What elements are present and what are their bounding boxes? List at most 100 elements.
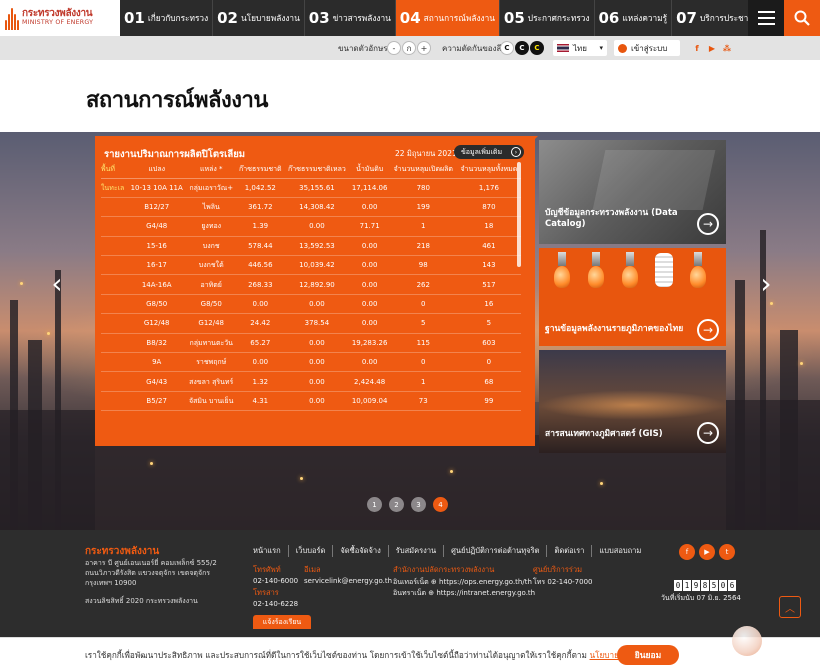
intranet-url: https://intranet.energy.go.th bbox=[436, 589, 536, 597]
counter-digit: 0 bbox=[674, 580, 682, 591]
footer-copyright: สงวนลิขสิทธิ์ 2020 กระทรวงพลังงาน bbox=[85, 597, 198, 605]
footer-link-jobs[interactable]: รับสมัครงาน bbox=[389, 545, 445, 557]
card-label: สารสนเทศทางภูมิศาสตร์ (GIS) bbox=[545, 429, 663, 439]
chat-mascot-icon[interactable] bbox=[732, 626, 762, 656]
table-cell: 1,042.52 bbox=[236, 178, 285, 198]
email-value[interactable]: servicelink@energy.go.th bbox=[304, 577, 392, 585]
intranet-row[interactable]: อินทราเน็ต ⊕ https://intranet.energy.go.… bbox=[393, 588, 535, 599]
nav-item-energy-situation[interactable]: 04 สถานการณ์พลังงาน bbox=[395, 0, 500, 36]
carousel-dot[interactable]: 1 bbox=[367, 497, 382, 512]
nav-item-policy[interactable]: 02 นโยบายพลังงาน bbox=[213, 0, 305, 36]
table-cell: จัสมิน บานเย็น bbox=[186, 391, 237, 412]
facebook-icon[interactable]: f bbox=[692, 43, 702, 53]
hamburger-icon[interactable] bbox=[748, 0, 784, 36]
table-cell: 10,039.42 bbox=[284, 255, 350, 276]
cookie-accept-button[interactable]: ยินยอม bbox=[617, 645, 679, 665]
twitter-icon[interactable]: t bbox=[719, 544, 735, 560]
user-icon bbox=[618, 43, 627, 53]
internet-row[interactable]: อินเทอร์เน็ต ⊕ https://ops.energy.go.th/… bbox=[393, 577, 532, 588]
counter-digit: 1 bbox=[683, 580, 691, 591]
font-decrease-button[interactable]: - bbox=[387, 41, 401, 55]
chevron-left-icon[interactable]: ‹ bbox=[43, 270, 71, 298]
table-cell bbox=[101, 294, 128, 315]
table-cell: 0 bbox=[389, 294, 457, 315]
nav-item-news[interactable]: 03 ข่าวสารพลังงาน bbox=[305, 0, 396, 36]
table-cell: 1.39 bbox=[236, 216, 285, 237]
youtube-icon[interactable]: ▶ bbox=[707, 43, 717, 53]
visitor-counter: 0 1 9 8 5 0 6 bbox=[674, 580, 736, 591]
footer-link-contact[interactable]: ติดต่อเรา bbox=[547, 545, 593, 557]
table-cell: 0.00 bbox=[284, 352, 350, 373]
card-data-catalog[interactable]: บัญชีข้อมูลกระทรวงพลังงาน (Data Catalog)… bbox=[539, 140, 726, 244]
column-header: พื้นที่ bbox=[101, 162, 128, 179]
back-to-top-icon[interactable]: ︿ bbox=[779, 596, 801, 618]
table-cell bbox=[101, 391, 128, 412]
nav-label: ข่าวสารพลังงาน bbox=[332, 13, 391, 23]
carousel-dot[interactable]: 3 bbox=[411, 497, 426, 512]
login-button[interactable]: เข้าสู่ระบบ bbox=[614, 40, 680, 56]
accessibility-toolbar: ขนาดตัวอักษร - ก + ความตัดกันของสี C C C… bbox=[0, 36, 820, 60]
internet-url: https://ops.energy.go.th/th bbox=[439, 578, 532, 586]
table-cell: 17,114.06 bbox=[349, 178, 390, 198]
more-info-button[interactable]: ข้อมูลเพิ่มเติม › bbox=[454, 145, 524, 159]
report-date: 22 มิถุนายน 2021 bbox=[395, 149, 457, 158]
report-table-scroll[interactable]: พื้นที่ แปลง แหล่ง * ก๊าซธรรมชาติ ก๊าซธร… bbox=[101, 162, 521, 442]
language-value: ไทย bbox=[573, 43, 587, 53]
table-scrollbar[interactable] bbox=[517, 162, 521, 267]
table-cell: 10,009.04 bbox=[349, 391, 390, 412]
table-cell: 517 bbox=[456, 274, 521, 295]
font-normal-button[interactable]: ก bbox=[402, 41, 416, 55]
counter-digit: 5 bbox=[710, 580, 718, 591]
carousel-dot[interactable]: 2 bbox=[389, 497, 404, 512]
table-row: ในทะเล 10-13 10A 11A กลุ่มเอราวัณ+ 1,042.52… bbox=[101, 178, 521, 198]
table-cell: ไพลิน bbox=[186, 197, 237, 218]
phone-label: โทรศัพท์ bbox=[253, 565, 281, 574]
contrast-yellow-button[interactable]: C bbox=[530, 41, 544, 55]
table-cell: 4.31 bbox=[236, 391, 285, 412]
counter-start-date: วันที่เริ่มนับ 07 มิ.ย. 2564 bbox=[661, 594, 741, 602]
complaint-button[interactable]: แจ้งร้องเรียน bbox=[253, 615, 311, 629]
table-cell: 0.00 bbox=[284, 371, 350, 392]
nav-number: 05 bbox=[503, 9, 525, 27]
language-select[interactable]: ไทย ▾ bbox=[553, 40, 607, 56]
chevron-right-icon[interactable]: › bbox=[752, 270, 780, 298]
youtube-icon[interactable]: ▶ bbox=[699, 544, 715, 560]
carousel-pagination: 1 2 3 4 bbox=[367, 497, 448, 512]
table-cell: 5 bbox=[456, 313, 521, 334]
counter-digit: 9 bbox=[692, 580, 700, 591]
footer-link-home[interactable]: หน้าแรก bbox=[253, 545, 289, 557]
facebook-icon[interactable]: f bbox=[679, 544, 695, 560]
contrast-dark-button[interactable]: C bbox=[515, 41, 529, 55]
footer-link-procurement[interactable]: จัดซื้อจัดจ้าง bbox=[333, 545, 389, 557]
table-cell: อาทิตย์ bbox=[186, 274, 237, 295]
card-gis[interactable]: สารสนเทศทางภูมิศาสตร์ (GIS) → bbox=[539, 350, 726, 453]
column-header: แปลง bbox=[127, 162, 187, 179]
table-cell: 461 bbox=[456, 236, 521, 257]
nav-item-knowledge[interactable]: 06 แหล่งความรู้ bbox=[595, 0, 673, 36]
counter-digit: 0 bbox=[719, 580, 727, 591]
nav-label: แหล่งความรู้ bbox=[622, 13, 668, 23]
table-cell: 446.56 bbox=[236, 255, 285, 276]
footer-link-webboard[interactable]: เว็บบอร์ด bbox=[289, 545, 334, 557]
card-regional-energy-database[interactable]: ฐานข้อมูลพลังงานรายภูมิภาคของไทย → bbox=[539, 248, 726, 346]
footer-link-survey[interactable]: แบบสอบถาม bbox=[592, 545, 648, 557]
nav-item-announcements[interactable]: 05 ประกาศกระทรวง bbox=[500, 0, 595, 36]
nav-label: ประกาศกระทรวง bbox=[527, 13, 590, 23]
table-cell: 0.00 bbox=[236, 352, 285, 373]
table-cell: 0.00 bbox=[236, 294, 285, 315]
footer-link-anticorruption[interactable]: ศูนย์ปฏิบัติการต่อต้านทุจริต bbox=[444, 545, 548, 557]
search-icon[interactable] bbox=[784, 0, 820, 36]
font-increase-button[interactable]: + bbox=[417, 41, 431, 55]
ministry-logo[interactable]: กระทรวงพลังงาน MINISTRY OF ENERGY bbox=[0, 0, 120, 36]
sitemap-icon[interactable]: ⁂ bbox=[722, 43, 732, 53]
table-cell: 65.27 bbox=[236, 333, 285, 354]
nav-number: 06 bbox=[598, 9, 620, 27]
table-cell: 218 bbox=[389, 236, 457, 257]
contrast-normal-button[interactable]: C bbox=[500, 41, 514, 55]
nav-item-about[interactable]: 01 เกี่ยวกับกระทรวง bbox=[120, 0, 214, 36]
carousel-dot-active[interactable]: 4 bbox=[433, 497, 448, 512]
table-cell: 12,892.90 bbox=[284, 274, 350, 295]
table-cell: 5 bbox=[389, 313, 457, 334]
nav-label: นโยบายพลังงาน bbox=[241, 13, 300, 23]
table-cell: ในทะเล bbox=[101, 178, 128, 198]
